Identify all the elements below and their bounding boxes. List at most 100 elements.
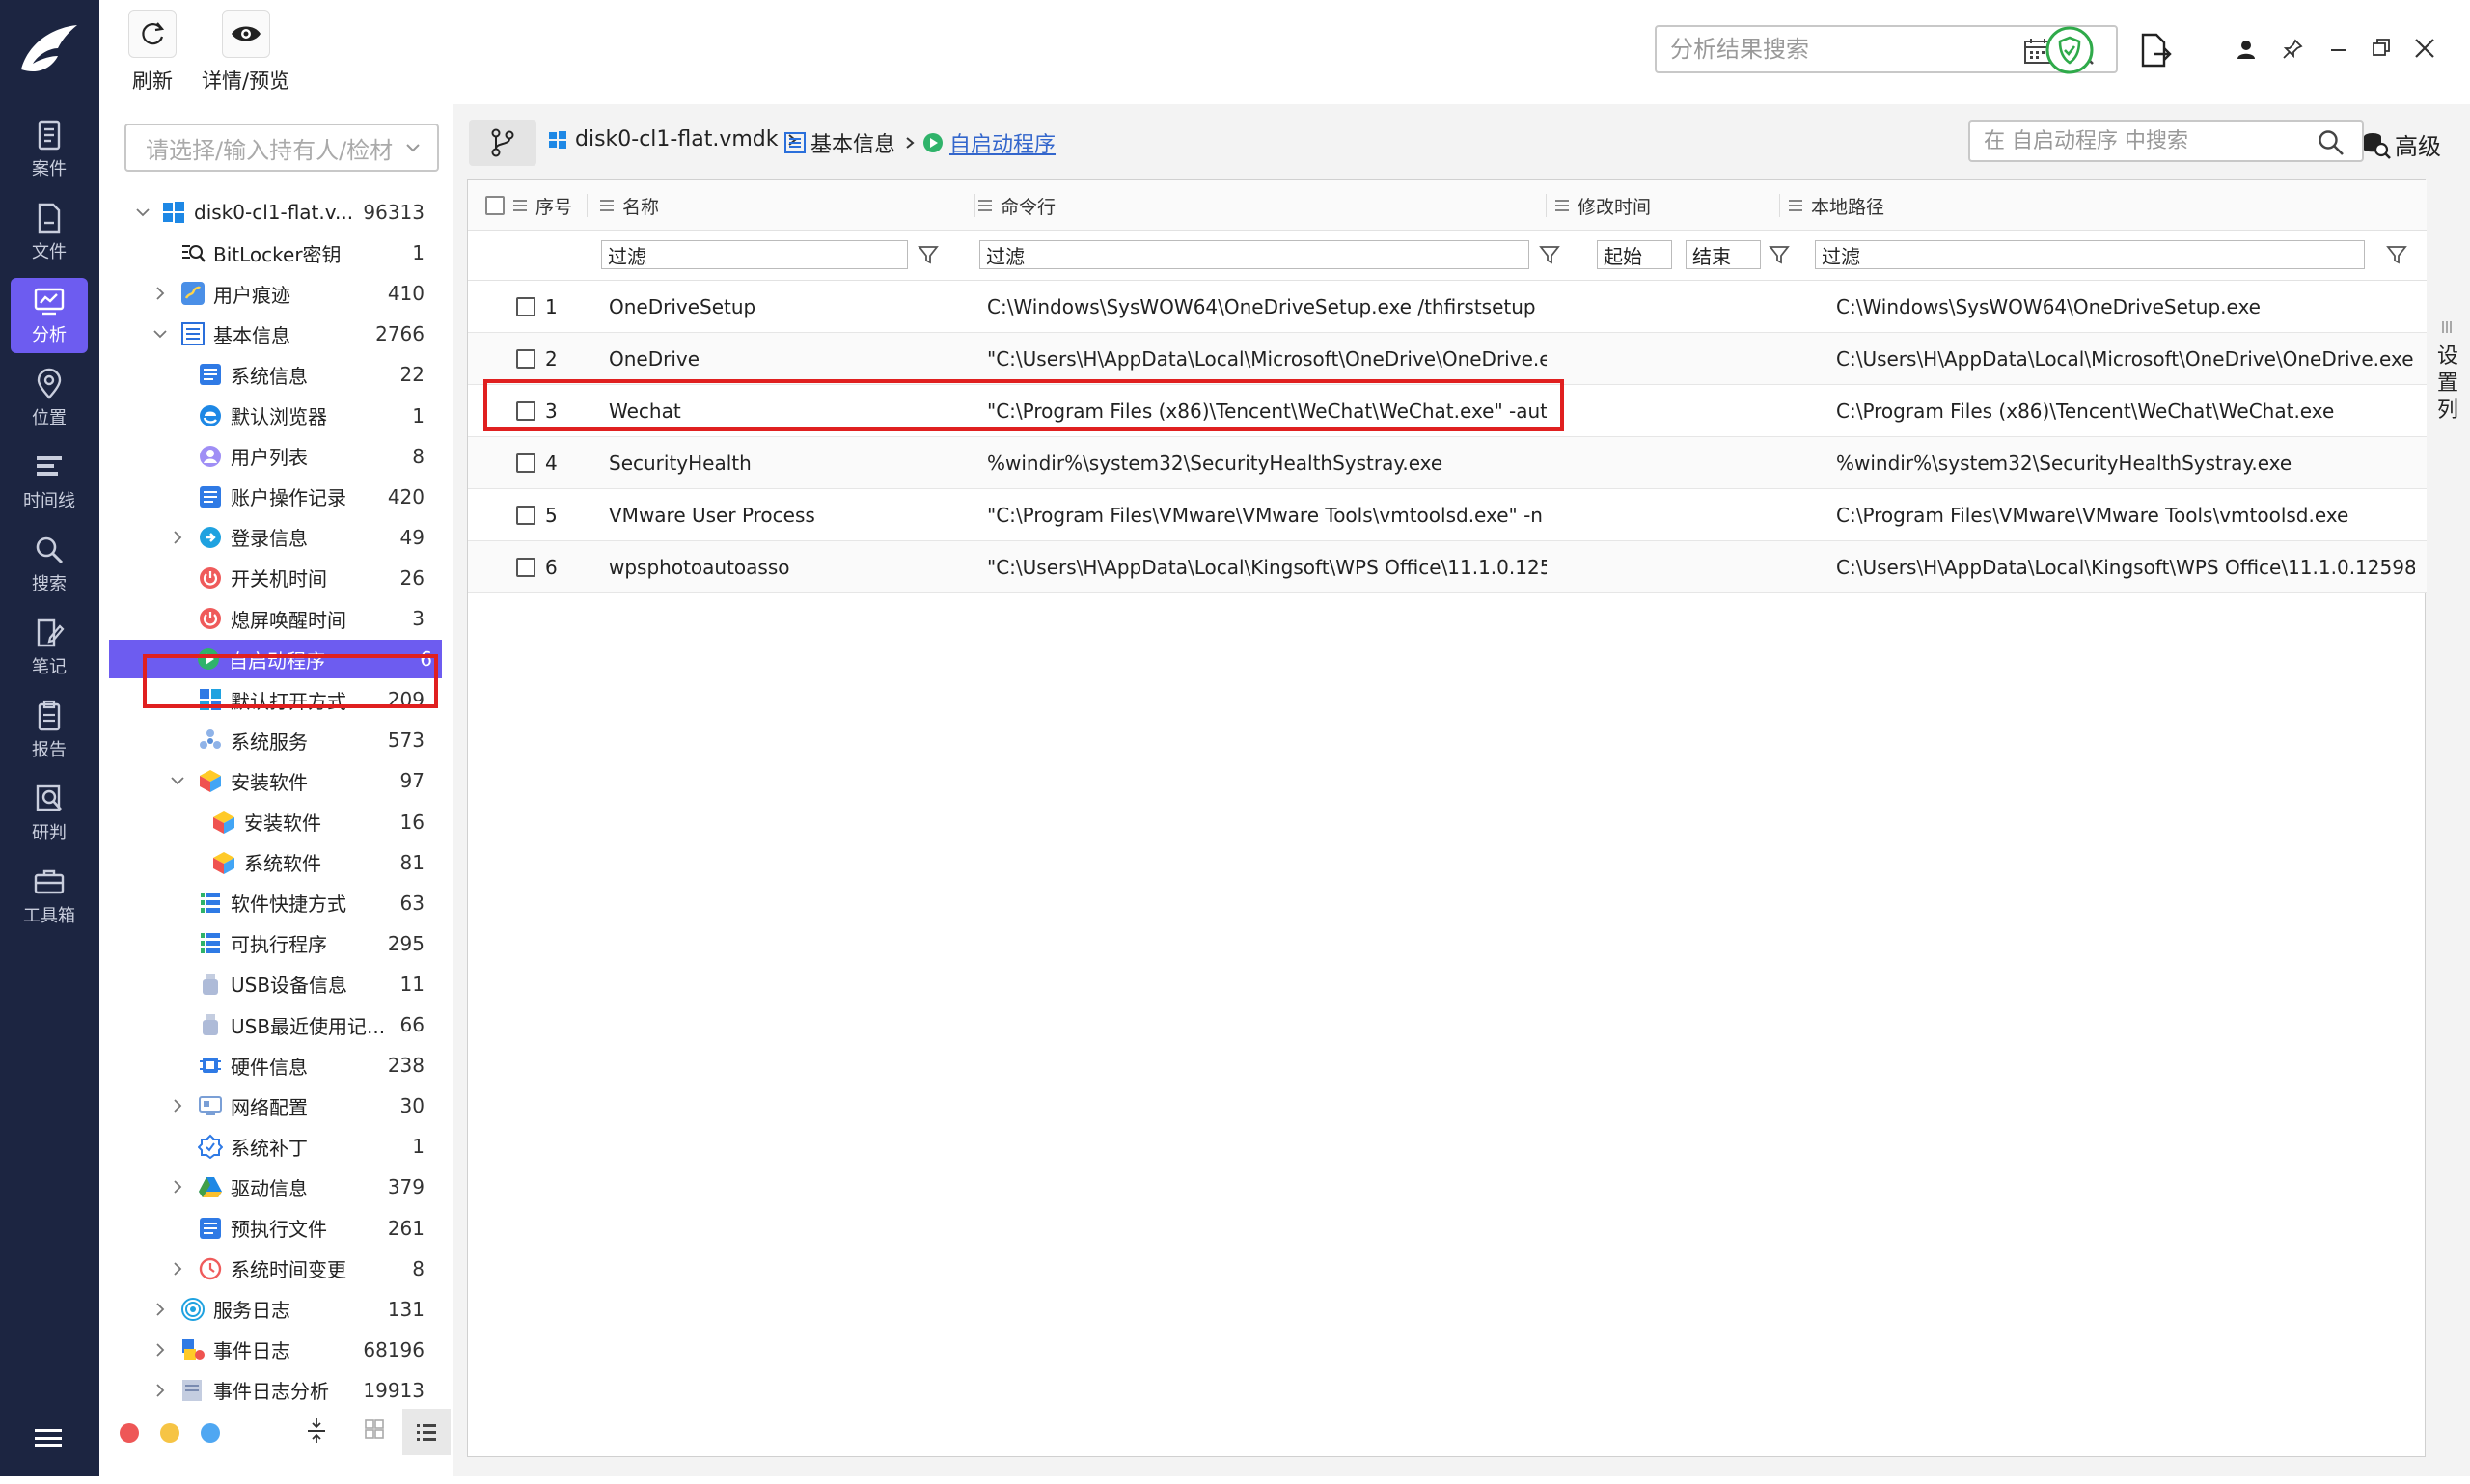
row-checkbox[interactable] [516, 506, 535, 525]
table-row[interactable]: 4 SecurityHealth %windir%\system32\Securit… [468, 437, 2427, 489]
start-time-input[interactable]: 起始 [1597, 240, 1672, 269]
tree-item[interactable]: 熄屏唤醒时间 3 [111, 599, 434, 638]
tree-item[interactable]: 可执行程序 295 [111, 924, 434, 963]
column-settings-strip[interactable]: 设置列 [2428, 208, 2470, 1463]
command-filter-input[interactable]: 过滤 [979, 240, 1529, 269]
holder-select[interactable]: 请选择/输入持有人/检材 [124, 124, 439, 172]
chevron-right-icon[interactable] [169, 1097, 186, 1114]
table-row[interactable]: 6 wpsphotoautoasso "C:\Users\H\AppData\Loc… [468, 541, 2427, 593]
tree-item[interactable]: 预执行文件 261 [111, 1209, 434, 1248]
minimize-icon[interactable] [2328, 39, 2349, 60]
col-path[interactable]: 本地路径 [1780, 180, 2427, 231]
menu-icon[interactable] [33, 1426, 64, 1451]
crumb-current[interactable]: 自启动程序 [922, 127, 1056, 158]
nav-item-timeline[interactable]: 时间线 [11, 444, 88, 519]
filter-icon[interactable] [1539, 244, 1560, 265]
chevron-right-icon[interactable] [151, 1341, 169, 1359]
nav-item-toolbox[interactable]: 工具箱 [11, 859, 88, 934]
tree-item[interactable]: 系统补丁 1 [111, 1127, 434, 1166]
blue-dot[interactable] [201, 1423, 220, 1443]
tree-item[interactable]: 基本信息 2766 [111, 315, 434, 353]
col-index[interactable]: 序号 [485, 180, 588, 231]
filter-icon[interactable] [1769, 244, 1790, 265]
col-separator[interactable] [587, 194, 588, 217]
nav-item-file[interactable]: 文件 [11, 195, 88, 270]
tree-item[interactable]: 硬件信息 238 [111, 1046, 434, 1085]
chevron-right-icon[interactable] [151, 285, 169, 302]
pin-icon[interactable] [2282, 39, 2303, 60]
tree-item[interactable]: 默认打开方式 209 [111, 680, 434, 719]
path-filter-input[interactable]: 过滤 [1815, 240, 2365, 269]
tree-item[interactable]: USB设备信息 11 [111, 965, 434, 1003]
yellow-dot[interactable] [160, 1423, 179, 1443]
chevron-right-icon[interactable] [169, 1260, 186, 1278]
chevron-down-icon[interactable] [404, 139, 422, 156]
red-dot[interactable] [120, 1423, 139, 1443]
filter-icon[interactable] [2386, 244, 2407, 265]
user-icon[interactable] [2236, 39, 2257, 60]
row-checkbox[interactable] [516, 349, 535, 369]
nav-item-note[interactable]: 笔记 [11, 610, 88, 685]
tree-item[interactable]: 服务日志 131 [111, 1290, 434, 1329]
search-icon[interactable] [2318, 129, 2345, 156]
end-time-input[interactable]: 结束 [1686, 240, 1761, 269]
chevron-down-icon[interactable] [169, 772, 186, 789]
shield-icon[interactable] [2045, 25, 2095, 75]
tree-item[interactable]: 系统时间变更 8 [111, 1250, 434, 1288]
tree-item[interactable]: 安装软件 97 [111, 761, 434, 800]
col-name[interactable]: 名称 [597, 180, 975, 231]
col-mtime[interactable]: 修改时间 [1547, 180, 1780, 231]
filter-icon[interactable] [918, 244, 939, 265]
nav-item-analysis[interactable]: 分析 [11, 278, 88, 353]
tree-item[interactable]: 系统软件 81 [111, 843, 434, 882]
name-filter-input[interactable]: 过滤 [601, 240, 908, 269]
close-icon[interactable] [2413, 37, 2436, 60]
chevron-right-icon[interactable] [151, 1301, 169, 1318]
tree-item[interactable]: 事件日志分析 19913 [111, 1371, 434, 1410]
result-search-input[interactable] [1670, 36, 2008, 63]
table-row[interactable]: 3 Wechat "C:\Program Files (x86)\Tencent\W… [468, 385, 2427, 437]
table-row[interactable]: 5 VMware User Process "C:\Program Files\VM… [468, 489, 2427, 541]
tree-item[interactable]: BitLocker密钥 1 [111, 234, 434, 272]
branch-button[interactable] [469, 120, 536, 166]
nav-item-case[interactable]: 案件 [11, 112, 88, 187]
tree-item[interactable]: disk0-cl1-flat.v... 96313 [111, 201, 434, 232]
chevron-right-icon[interactable] [151, 1382, 169, 1399]
inline-search-input[interactable] [1984, 128, 2292, 153]
tree-item[interactable]: 事件日志 68196 [111, 1331, 434, 1369]
preview-button[interactable]: 详情/预览 [202, 10, 289, 95]
nav-item-search[interactable]: 搜索 [11, 527, 88, 602]
row-checkbox[interactable] [516, 297, 535, 316]
nav-item-judge[interactable]: 研判 [11, 776, 88, 851]
tree-item[interactable]: 驱动信息 379 [111, 1168, 434, 1206]
grid-view-icon[interactable] [364, 1418, 385, 1440]
table-row[interactable]: 2 OneDrive "C:\Users\H\AppData\Local\Micro… [468, 333, 2427, 385]
tree-item[interactable]: 安装软件 16 [111, 803, 434, 841]
tree-item[interactable]: 网络配置 30 [111, 1086, 434, 1125]
col-separator[interactable] [974, 194, 975, 217]
row-checkbox[interactable] [516, 401, 535, 421]
crumb-basic[interactable]: 基本信息 [783, 127, 917, 158]
chevron-right-icon[interactable] [169, 1178, 186, 1195]
table-row[interactable]: 1 OneDriveSetup C:\Windows\SysWOW64\OneDri… [468, 281, 2427, 333]
tree-item[interactable]: 账户操作记录 420 [111, 478, 434, 516]
tree-item[interactable]: 登录信息 49 [111, 518, 434, 557]
chevron-down-icon[interactable] [134, 204, 151, 221]
refresh-button[interactable]: 刷新 [128, 10, 177, 95]
restore-icon[interactable] [2371, 37, 2392, 58]
nav-item-location[interactable]: 位置 [11, 361, 88, 436]
tree-item[interactable]: 用户痕迹 410 [111, 274, 434, 313]
export-icon[interactable] [2137, 33, 2172, 69]
tree-item[interactable]: 软件快捷方式 63 [111, 884, 434, 922]
row-checkbox[interactable] [516, 453, 535, 473]
tree-item[interactable]: 自启动程序 6 [109, 640, 442, 679]
collapse-icon[interactable] [306, 1416, 327, 1445]
list-view-button[interactable] [402, 1409, 451, 1455]
nav-item-report[interactable]: 报告 [11, 693, 88, 768]
tree-item[interactable]: 默认浏览器 1 [111, 397, 434, 435]
advanced-button[interactable]: 高级 [2362, 127, 2441, 161]
crumb-disk[interactable]: disk0-cl1-flat.vmdk [548, 127, 799, 151]
tree-item[interactable]: USB最近使用记... 66 [111, 1005, 434, 1044]
tree-item[interactable]: 系统信息 22 [111, 355, 434, 394]
tree-item[interactable]: 系统服务 573 [111, 721, 434, 759]
